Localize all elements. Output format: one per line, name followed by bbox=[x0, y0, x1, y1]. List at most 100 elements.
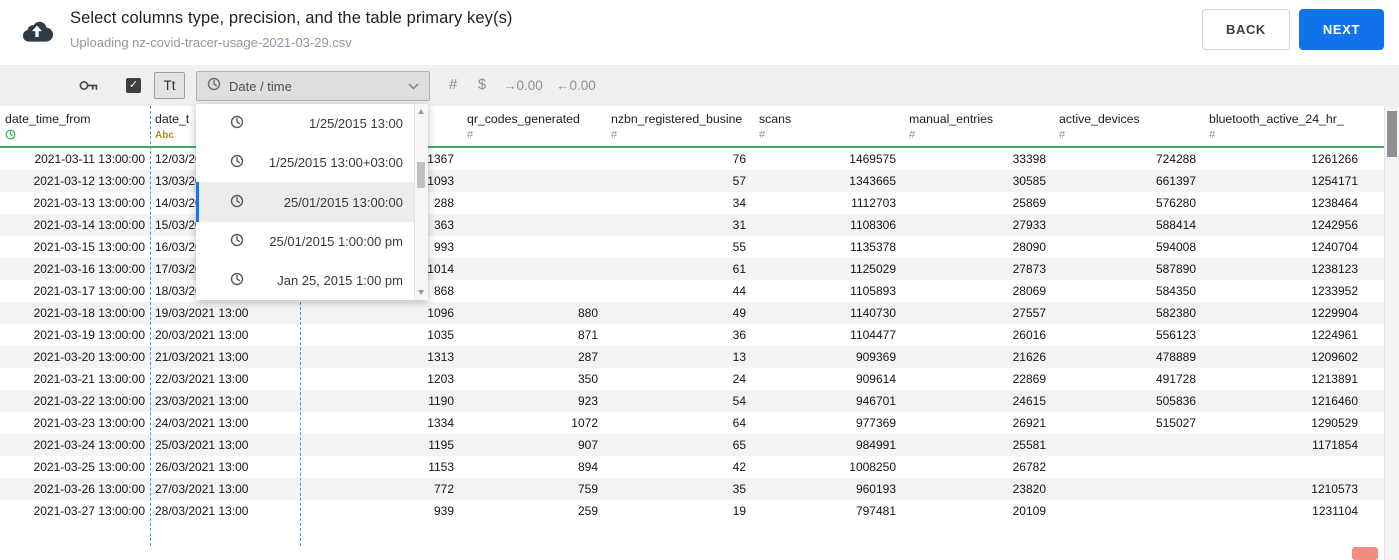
clock-icon bbox=[230, 194, 244, 211]
table-cell bbox=[1054, 456, 1204, 478]
table-cell: 797481 bbox=[855, 504, 896, 518]
table-cell: 1105893 bbox=[850, 284, 896, 298]
currency-format-icon[interactable]: $ bbox=[478, 77, 486, 93]
table-cell: 2021-03-14 13:00:00 bbox=[33, 218, 145, 232]
table-cell: 25/03/2021 13:00 bbox=[155, 438, 249, 452]
table-cell bbox=[462, 214, 606, 236]
table-row: 2021-03-20 13:00:00 21/03/2021 13:00 1313 2… bbox=[0, 346, 1384, 368]
table-row: 2021-03-22 13:00:00 23/03/2021 13:00 1190 9… bbox=[0, 390, 1384, 412]
number-type-indicator: # bbox=[759, 129, 766, 141]
table-cell: 26921 bbox=[1012, 416, 1046, 430]
table-cell: 894 bbox=[577, 460, 598, 474]
column-header[interactable]: bluetooth_active_24_hr_ # bbox=[1204, 106, 1366, 146]
table-cell: 556123 bbox=[1155, 328, 1196, 342]
column-header[interactable]: qr_codes_generated # bbox=[462, 106, 606, 146]
table-cell: 1224961 bbox=[1311, 328, 1358, 342]
header-filler bbox=[1366, 106, 1384, 146]
table-cell: 20109 bbox=[1012, 504, 1046, 518]
number-format-icon[interactable]: # bbox=[449, 76, 457, 93]
decrease-decimal-icon[interactable]: ←0.00 bbox=[556, 78, 596, 93]
text-type-button[interactable]: Tt bbox=[154, 72, 185, 99]
table-cell: 772 bbox=[433, 482, 454, 496]
date-format-option[interactable]: Jan 25, 2015 1:00 pm bbox=[196, 261, 414, 300]
table-cell: 55 bbox=[732, 240, 746, 254]
table-cell: 2021-03-19 13:00:00 bbox=[33, 328, 145, 342]
table-cell: 33398 bbox=[1012, 152, 1046, 166]
table-cell bbox=[462, 258, 606, 280]
table-row: 2021-03-25 13:00:00 26/03/2021 13:00 1153 8… bbox=[0, 456, 1384, 478]
table-cell: 582380 bbox=[1155, 306, 1196, 320]
table-cell: 23/03/2021 13:00 bbox=[155, 394, 249, 408]
titles: Select columns type, precision, and the … bbox=[70, 9, 513, 50]
column-name: bluetooth_active_24_hr_ bbox=[1209, 112, 1344, 126]
date-format-option[interactable]: 25/01/2015 13:00:00 bbox=[196, 182, 414, 222]
table-cell: 2021-03-26 13:00:00 bbox=[33, 482, 145, 496]
option-label: 25/01/2015 1:00:00 pm bbox=[269, 233, 403, 249]
page-title: Select columns type, precision, and the … bbox=[70, 9, 513, 27]
vertical-scrollbar[interactable] bbox=[1384, 106, 1399, 560]
table-cell: 2021-03-20 13:00:00 bbox=[33, 350, 145, 364]
upload-subtitle: Uploading nz-covid-tracer-usage-2021-03-… bbox=[70, 35, 352, 50]
table-cell: 26/03/2021 13:00 bbox=[155, 460, 249, 474]
table-cell: 2021-03-22 13:00:00 bbox=[33, 394, 145, 408]
table-cell: 1238123 bbox=[1311, 262, 1358, 276]
table-cell bbox=[462, 170, 606, 192]
table-cell bbox=[1054, 478, 1204, 500]
next-button[interactable]: NEXT bbox=[1298, 9, 1384, 50]
column-format-toolbar: ✓ Tt Date / time # $ →0.00 ←0.00 bbox=[0, 65, 1399, 106]
table-cell: 1135378 bbox=[850, 240, 896, 254]
table-row: 2021-03-24 13:00:00 25/03/2021 13:00 1195 9… bbox=[0, 434, 1384, 456]
table-cell: 1213891 bbox=[1311, 372, 1358, 386]
table-cell: 350 bbox=[577, 372, 598, 386]
table-cell: 1343665 bbox=[849, 174, 896, 188]
table-cell: 1108306 bbox=[850, 218, 896, 232]
table-cell: 27933 bbox=[1012, 218, 1046, 232]
include-column-checkbox[interactable]: ✓ bbox=[126, 78, 141, 93]
number-type-indicator: # bbox=[909, 129, 916, 141]
table-cell: 27/03/2021 13:00 bbox=[155, 482, 249, 496]
table-cell: 44 bbox=[732, 284, 746, 298]
table-cell: 287 bbox=[577, 350, 598, 364]
table-cell: 1240704 bbox=[1311, 240, 1358, 254]
table-cell: 946701 bbox=[855, 394, 896, 408]
vertical-scrollbar-thumb[interactable] bbox=[1387, 111, 1397, 157]
column-guide-line bbox=[150, 106, 151, 546]
table-cell: 1125029 bbox=[850, 262, 896, 276]
table-cell: 1171854 bbox=[1312, 438, 1358, 452]
column-header[interactable]: nzbn_registered_busine # bbox=[606, 106, 754, 146]
scroll-up-arrow-icon[interactable] bbox=[418, 109, 424, 114]
column-name: manual_entries bbox=[909, 112, 994, 126]
scroll-down-arrow-icon[interactable] bbox=[418, 290, 424, 295]
table-cell: 22/03/2021 13:00 bbox=[155, 372, 249, 386]
table-cell: 23820 bbox=[1012, 482, 1046, 496]
table-cell: 21/03/2021 13:00 bbox=[155, 350, 249, 364]
column-header[interactable]: scans # bbox=[754, 106, 904, 146]
table-cell: 1313 bbox=[427, 350, 454, 364]
table-cell bbox=[462, 192, 606, 214]
column-type-select[interactable]: Date / time bbox=[196, 71, 430, 101]
table-cell: 19/03/2021 13:00 bbox=[155, 306, 249, 320]
table-cell bbox=[462, 236, 606, 258]
table-cell: 64 bbox=[732, 416, 746, 430]
date-format-option[interactable]: 1/25/2015 13:00+03:00 bbox=[196, 143, 414, 182]
table-cell bbox=[462, 280, 606, 302]
column-header[interactable]: active_devices # bbox=[1054, 106, 1204, 146]
table-cell: 1229904 bbox=[1311, 306, 1358, 320]
increase-decimal-icon[interactable]: →0.00 bbox=[503, 78, 543, 93]
number-type-indicator: # bbox=[1059, 129, 1066, 141]
table-cell: 2021-03-17 13:00:00 bbox=[33, 284, 145, 298]
table-cell: 2021-03-24 13:00:00 bbox=[33, 438, 145, 452]
dropdown-scrollbar-thumb[interactable] bbox=[417, 162, 425, 188]
primary-key-icon[interactable] bbox=[78, 78, 100, 98]
table-cell: 909614 bbox=[855, 372, 896, 386]
dropdown-scrollbar[interactable] bbox=[414, 104, 428, 300]
wizard-actions: BACK NEXT bbox=[1201, 9, 1384, 50]
date-format-option[interactable]: 25/01/2015 1:00:00 pm bbox=[196, 222, 414, 261]
table-cell: 2021-03-27 13:00:00 bbox=[33, 504, 145, 518]
column-header[interactable]: date_time_from bbox=[0, 106, 150, 146]
table-row: 2021-03-26 13:00:00 27/03/2021 13:00 772 75… bbox=[0, 478, 1384, 500]
column-header[interactable]: manual_entries # bbox=[904, 106, 1054, 146]
table-cell: 27873 bbox=[1012, 262, 1046, 276]
back-button[interactable]: BACK bbox=[1201, 9, 1290, 50]
date-format-option[interactable]: 1/25/2015 13:00 bbox=[196, 104, 414, 143]
